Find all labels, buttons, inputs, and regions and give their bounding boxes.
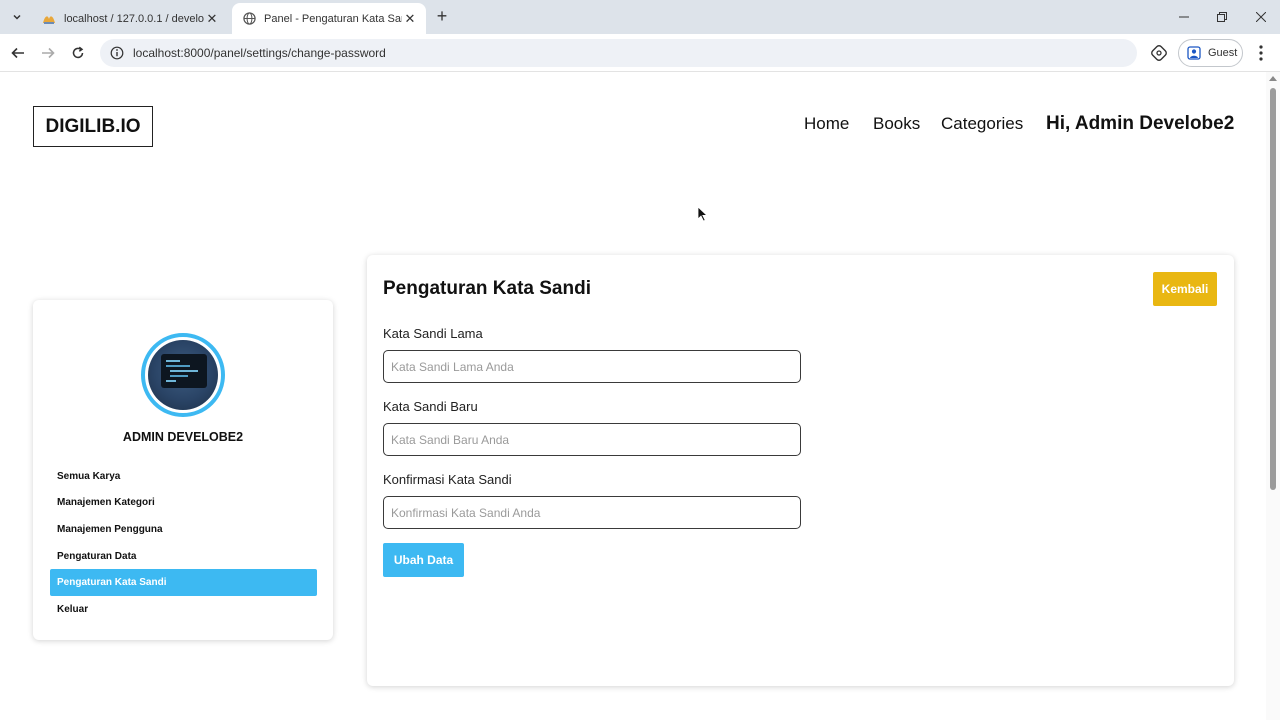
sidebar-item-pengaturan-kata-sandi[interactable]: Pengaturan Kata Sandi: [50, 569, 317, 596]
minimize-button[interactable]: [1166, 5, 1202, 29]
sidebar-item-semua-karya[interactable]: Semua Karya: [50, 463, 317, 490]
arrow-left-icon: [11, 47, 24, 59]
restore-button[interactable]: [1204, 5, 1240, 29]
arrow-right-icon: [42, 47, 55, 59]
close-tab-icon[interactable]: ✕: [402, 11, 418, 27]
old-password-field[interactable]: [383, 350, 801, 383]
tab-title: Panel - Pengaturan Kata Sandi |: [264, 12, 402, 25]
close-icon: [1256, 12, 1266, 22]
old-password-label: Kata Sandi Lama: [383, 326, 483, 341]
scroll-thumb[interactable]: [1270, 88, 1276, 490]
sidebar-menu: Semua Karya Manajemen Kategori Manajemen…: [50, 463, 317, 623]
browser-menu-button[interactable]: [1254, 43, 1268, 63]
phpmyadmin-icon: [42, 12, 56, 26]
tab-search-button[interactable]: [6, 6, 28, 28]
mouse-cursor-icon: [697, 206, 709, 222]
browser-tab-strip: localhost / 127.0.0.1 / develobe ✕ Panel…: [0, 0, 1280, 34]
forward-nav-button[interactable]: [36, 41, 60, 65]
sidebar-item-manajemen-kategori[interactable]: Manajemen Kategori: [50, 490, 317, 517]
profile-icon: [1187, 46, 1201, 60]
tab-title: localhost / 127.0.0.1 / develobe: [64, 12, 204, 25]
extensions-icon[interactable]: [1150, 44, 1168, 62]
back-button[interactable]: Kembali: [1153, 272, 1217, 306]
url-text[interactable]: localhost:8000/panel/settings/change-pas…: [133, 46, 386, 60]
globe-icon: [242, 12, 256, 26]
confirm-password-field[interactable]: [383, 496, 801, 529]
site-logo[interactable]: DIGILIB.IO: [33, 106, 153, 147]
sidebar-panel: ADMIN DEVELOBE2 Semua Karya Manajemen Ka…: [33, 300, 333, 640]
nav-books-link[interactable]: Books: [873, 114, 920, 138]
code-screen-graphic: [161, 354, 207, 388]
user-greeting-link[interactable]: Hi, Admin Develobe2: [1046, 113, 1234, 137]
nav-home-link[interactable]: Home: [804, 114, 849, 138]
confirm-password-label: Konfirmasi Kata Sandi: [383, 472, 512, 487]
scroll-up-arrow-icon[interactable]: [1269, 76, 1277, 81]
avatar: [141, 333, 225, 417]
page-title: Pengaturan Kata Sandi: [383, 278, 591, 299]
new-password-label: Kata Sandi Baru: [383, 399, 478, 414]
minimize-icon: [1179, 16, 1189, 18]
browser-toolbar: localhost:8000/panel/settings/change-pas…: [0, 34, 1280, 72]
tab-panel[interactable]: Panel - Pengaturan Kata Sandi | ✕: [232, 3, 426, 34]
close-tab-icon[interactable]: ✕: [204, 11, 220, 27]
nav-categories-link[interactable]: Categories: [941, 114, 1023, 138]
sidebar-item-manajemen-pengguna[interactable]: Manajemen Pengguna: [50, 516, 317, 543]
sidebar-item-keluar[interactable]: Keluar: [50, 596, 317, 623]
back-nav-button[interactable]: [6, 41, 30, 65]
avatar-image: [148, 340, 218, 410]
reload-button[interactable]: [66, 41, 90, 65]
site-info-icon[interactable]: [110, 46, 124, 60]
close-window-button[interactable]: [1243, 5, 1279, 29]
sidebar-item-pengaturan-data[interactable]: Pengaturan Data: [50, 543, 317, 570]
profile-label: Guest: [1208, 47, 1238, 59]
new-tab-button[interactable]: +: [432, 7, 452, 27]
restore-icon: [1217, 12, 1227, 22]
more-vert-icon: [1259, 45, 1263, 61]
chevron-down-icon: [13, 14, 21, 20]
tab-phpmyadmin[interactable]: localhost / 127.0.0.1 / develobe ✕: [32, 3, 228, 34]
profile-button[interactable]: Guest: [1178, 39, 1243, 67]
change-password-card: Pengaturan Kata Sandi Kembali Kata Sandi…: [367, 255, 1234, 686]
submit-button[interactable]: Ubah Data: [383, 543, 464, 577]
address-bar[interactable]: localhost:8000/panel/settings/change-pas…: [100, 39, 1137, 67]
sidebar-username: ADMIN DEVELOBE2: [122, 430, 244, 444]
reload-icon: [72, 46, 84, 59]
new-password-field[interactable]: [383, 423, 801, 456]
page-scrollbar[interactable]: [1266, 72, 1280, 720]
